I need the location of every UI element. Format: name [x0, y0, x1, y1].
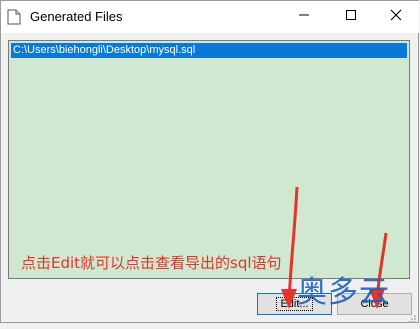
resize-grip-icon[interactable] [407, 311, 417, 323]
watermark-logo: 奥多云 [297, 275, 390, 310]
arrow-to-edit [281, 186, 299, 309]
generated-files-dialog: Generated Files C:\Users\biehongli\Deskt… [0, 0, 419, 323]
